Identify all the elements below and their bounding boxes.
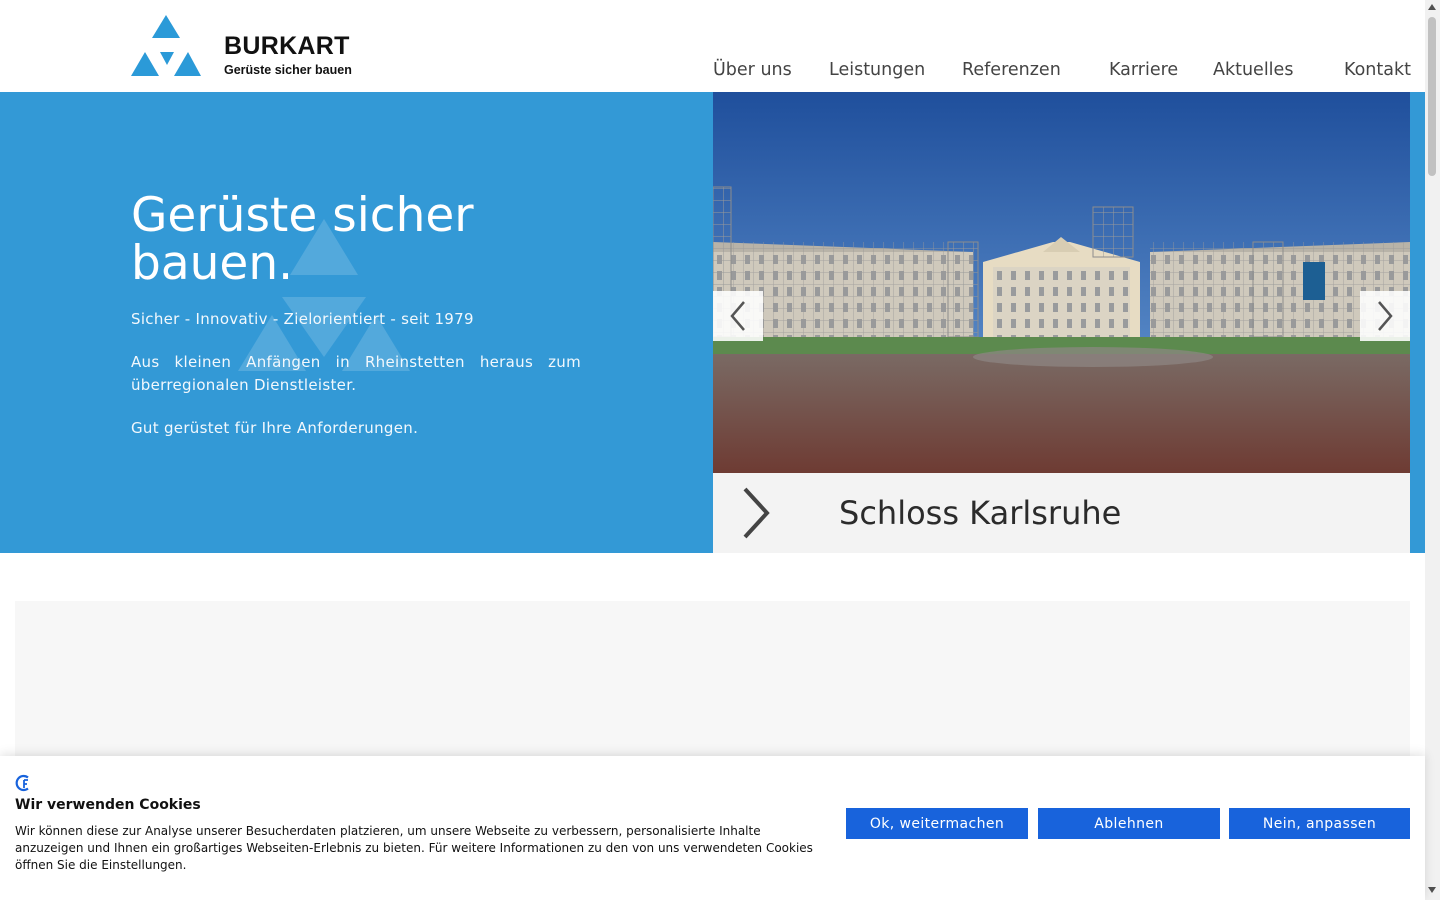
triangle-logo-icon bbox=[131, 15, 201, 76]
hero-tagline: Sicher - Innovativ - Zielorientiert - se… bbox=[131, 310, 474, 328]
hero-section: Gerüste sicher bauen. Sicher - Innovativ… bbox=[0, 92, 713, 553]
cookie-accept-button[interactable]: Ok, weitermachen bbox=[846, 808, 1028, 839]
scroll-up-icon[interactable] bbox=[1428, 4, 1436, 10]
slider-next-button[interactable] bbox=[1360, 291, 1410, 341]
nav-item-karriere[interactable]: Karriere bbox=[1109, 59, 1178, 81]
content-panel bbox=[15, 601, 1410, 761]
logo-name: BURKART bbox=[224, 32, 350, 60]
hero-description: Aus kleinen Anfängen in Rheinstetten her… bbox=[131, 353, 581, 394]
logo-tagline: Gerüste sicher bauen bbox=[224, 63, 352, 77]
cookie-consent-icon bbox=[15, 774, 29, 792]
hero-title: Gerüste sicher bauen. bbox=[131, 188, 474, 291]
slide-image bbox=[713, 92, 1410, 473]
nav-item-kontakt[interactable]: Kontakt bbox=[1344, 59, 1411, 81]
chevron-right-icon bbox=[1378, 301, 1393, 331]
page-scrollbar[interactable] bbox=[1425, 0, 1440, 900]
nav-item-aktuelles[interactable]: Aktuelles bbox=[1213, 59, 1293, 81]
cookie-banner: Wir verwenden Cookies Wir können diese z… bbox=[0, 756, 1425, 900]
slide-caption-title: Schloss Karlsruhe bbox=[839, 494, 1122, 532]
scroll-thumb[interactable] bbox=[1428, 17, 1436, 176]
nav-item-ueber-uns[interactable]: Über uns bbox=[713, 59, 792, 81]
chevron-right-icon bbox=[743, 487, 770, 539]
scroll-down-icon[interactable] bbox=[1428, 887, 1436, 893]
slider-prev-button[interactable] bbox=[713, 291, 763, 341]
hero-claim: Gut gerüstet für Ihre Anforderungen. bbox=[131, 419, 419, 437]
reference-slider: Schloss Karlsruhe bbox=[713, 92, 1410, 553]
cookie-customize-button[interactable]: Nein, anpassen bbox=[1229, 808, 1410, 839]
nav-item-referenzen[interactable]: Referenzen bbox=[962, 59, 1061, 81]
chevron-left-icon bbox=[730, 301, 745, 331]
nav-item-leistungen[interactable]: Leistungen bbox=[829, 59, 925, 81]
slide-caption[interactable]: Schloss Karlsruhe bbox=[713, 473, 1410, 553]
logo[interactable]: BURKART Gerüste sicher bauen bbox=[131, 15, 371, 77]
cookie-reject-button[interactable]: Ablehnen bbox=[1038, 808, 1220, 839]
cookie-title: Wir verwenden Cookies bbox=[15, 797, 201, 813]
cookie-text: Wir können diese zur Analyse unserer Bes… bbox=[15, 824, 813, 872]
site-header: BURKART Gerüste sicher bauen Über uns Le… bbox=[0, 0, 1425, 92]
hero-edge-strip bbox=[1410, 92, 1425, 553]
